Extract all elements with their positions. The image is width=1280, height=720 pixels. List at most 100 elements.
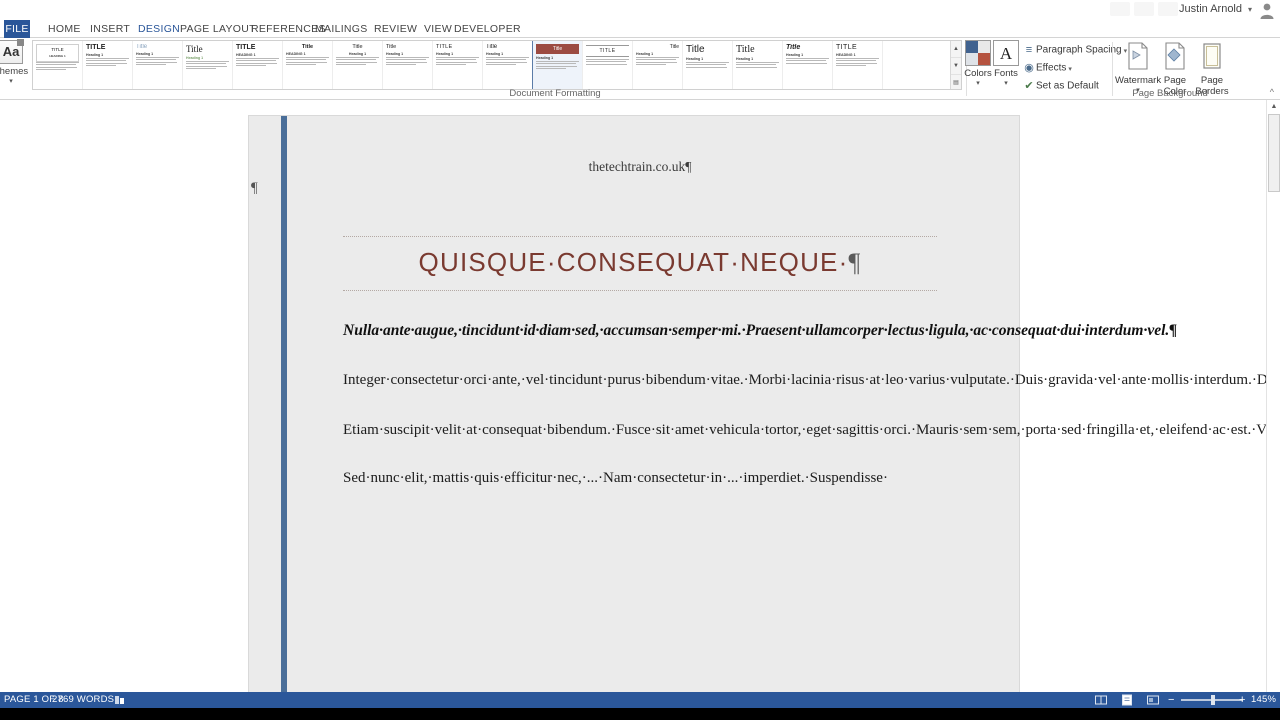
style-thumbnail[interactable]: Title Heading 1 <box>683 41 733 89</box>
thumb-lines <box>136 57 179 65</box>
thumb-lines <box>86 58 129 66</box>
watermark-icon <box>1128 42 1148 70</box>
paragraph-spacing-icon: ≡ <box>1025 44 1033 56</box>
thumb-lines <box>236 58 279 66</box>
set-as-default-button[interactable]: ✔ Set as Default <box>1022 78 1098 94</box>
style-thumbnail[interactable]: Title HEADING 1 <box>283 41 333 89</box>
scroll-up-icon[interactable]: ▲ <box>1267 100 1280 114</box>
style-thumbnail[interactable]: TITLE HEADING 1 <box>833 41 883 89</box>
style-thumbnail[interactable]: TITLE <box>583 41 633 89</box>
thumb-lines <box>336 57 379 65</box>
thumb-title: Title <box>352 44 363 50</box>
fonts-caret-icon[interactable]: ▾ <box>988 79 1024 87</box>
effects-label: Effects <box>1036 62 1067 74</box>
effects-button[interactable]: ◉ Effects ▾ <box>1022 60 1072 76</box>
thumb-lines <box>386 57 429 65</box>
thumb-title: Title <box>786 44 801 51</box>
proofing-icon[interactable] <box>114 694 126 706</box>
document-header[interactable]: thetechtrain.co.uk¶ <box>343 116 937 175</box>
ribbon-design: Aa Themes ▾ TITLE HEADING 1 TITLE Headin… <box>0 38 1280 100</box>
thumb-lines <box>436 57 479 65</box>
thumb-rule <box>586 56 629 57</box>
thumb-lines <box>486 57 529 65</box>
ribbon-tab-strip: FILE HOME INSERT DESIGN PAGE LAYOUT REFE… <box>0 20 1280 38</box>
style-thumbnail[interactable]: Title Heading 1 <box>133 41 183 89</box>
body-paragraph-1[interactable]: Integer·consectetur·orci·ante,·vel·tinci… <box>343 367 1280 394</box>
thumb-title: Title <box>736 44 755 55</box>
document-canvas[interactable]: thetechtrain.co.uk¶ ¶ QUISQUE·CONSEQUAT·… <box>0 100 1280 692</box>
vertical-scrollbar[interactable]: ▲ <box>1266 100 1280 692</box>
account-name[interactable]: Justin Arnold <box>1179 3 1242 15</box>
scrollbar-thumb[interactable] <box>1268 114 1280 192</box>
thumb-heading: HEADING 1 <box>236 53 256 57</box>
thumb-heading: Heading 1 <box>386 52 404 56</box>
style-thumbnail[interactable]: TITLE HEADING 1 <box>33 41 83 89</box>
zoom-level[interactable]: 145% <box>1251 692 1276 708</box>
effects-icon: ◉ <box>1024 62 1034 74</box>
style-thumbnail[interactable]: Title Heading 1 <box>183 41 233 89</box>
thumb-title: Title <box>186 44 203 54</box>
themes-button[interactable]: Aa Themes ▾ <box>0 39 32 85</box>
thumb-heading: HEADING 1 <box>49 54 66 58</box>
tab-developer[interactable]: DEVELOPER <box>446 20 529 38</box>
thumb-heading: Heading 1 <box>486 52 504 56</box>
zoom-out-button[interactable]: − <box>1168 692 1175 708</box>
thumb-heading: Heading 1 <box>786 53 804 57</box>
style-thumbnail[interactable]: Title Heading 1 <box>383 41 433 89</box>
thumb-title: Title <box>486 44 498 50</box>
thumb-title: Title <box>386 44 397 50</box>
thumb-title: TITLE <box>436 44 453 50</box>
zoom-in-button[interactable]: + <box>1239 692 1246 708</box>
web-layout-icon[interactable] <box>1147 694 1159 706</box>
style-thumbnail-selected[interactable]: Title Heading 1 <box>532 41 584 89</box>
title-bar: Justin Arnold ▾ <box>0 0 1280 20</box>
style-thumbnail[interactable]: Title Heading 1 <box>483 41 533 89</box>
thumb-title: TITLE <box>86 44 106 51</box>
style-thumbnail[interactable]: Title Heading 1 <box>333 41 383 89</box>
ribbon-collapse-icon[interactable]: ^ <box>1270 87 1274 97</box>
effects-caret-icon[interactable]: ▾ <box>1068 66 1072 73</box>
fonts-label: Fonts <box>994 68 1018 79</box>
thumb-heading: HEADING 1 <box>286 52 306 56</box>
read-mode-icon[interactable] <box>1095 694 1107 706</box>
thumb-heading: Heading 1 <box>536 56 554 60</box>
thumb-lines <box>536 61 579 69</box>
document-title-text: QUISQUE·CONSEQUAT·NEQUE· <box>418 247 849 277</box>
change-bar <box>281 116 287 692</box>
thumb-heading: Heading 1 <box>186 56 204 60</box>
fonts-icon: A <box>993 40 1019 66</box>
paragraph-spacing-label: Paragraph Spacing <box>1036 44 1122 56</box>
document-page[interactable]: thetechtrain.co.uk¶ ¶ QUISQUE·CONSEQUAT·… <box>248 115 1280 692</box>
thumb-lines <box>286 57 329 65</box>
document-subtitle[interactable]: Nulla·ante·augue,·tincidunt·id·diam·sed,… <box>343 317 1177 344</box>
thumb-lines <box>186 61 229 69</box>
tab-file[interactable]: FILE <box>4 20 30 38</box>
thumb-lines <box>786 58 829 64</box>
thumb-title: Title <box>301 44 314 50</box>
style-thumbnail[interactable]: TITLE HEADING 1 <box>233 41 283 89</box>
style-thumbnail[interactable]: Title Heading 1 <box>633 41 683 89</box>
themes-caret-icon[interactable]: ▾ <box>0 77 32 85</box>
style-thumbnail[interactable]: Title Heading 1 <box>783 41 833 89</box>
body-paragraph-2[interactable]: Etiam·suscipit·velit·at·consequat·bibend… <box>343 417 1280 444</box>
thumb-lines <box>636 57 679 65</box>
style-thumbnail[interactable]: TITLE Heading 1 <box>433 41 483 89</box>
body-paragraph-3[interactable]: Sed·nunc·elit,·mattis·quis·efficitur·nec… <box>343 465 937 492</box>
page-color-icon <box>1165 42 1185 70</box>
thumb-title: TITLE <box>836 44 858 51</box>
account-caret-icon[interactable]: ▾ <box>1248 5 1252 14</box>
thumb-heading: Heading 1 <box>348 52 367 56</box>
document-title[interactable]: QUISQUE·CONSEQUAT·NEQUE·¶ <box>343 236 937 291</box>
thumb-heading: Heading 1 <box>86 53 104 57</box>
style-thumbnail[interactable]: TITLE Heading 1 <box>83 41 133 89</box>
style-thumbnail[interactable]: Title Heading 1 <box>733 41 783 89</box>
thumb-heading: Heading 1 <box>736 57 754 61</box>
word-count[interactable]: 2769 WORDS <box>52 692 114 708</box>
thumb-heading: HEADING 1 <box>836 53 856 57</box>
print-layout-icon[interactable] <box>1121 694 1133 706</box>
fonts-button[interactable]: A Fonts ▾ <box>988 40 1024 87</box>
zoom-slider-handle[interactable] <box>1211 695 1215 705</box>
avatar-icon[interactable] <box>1258 1 1276 19</box>
document-formatting-gallery[interactable]: TITLE HEADING 1 TITLE Heading 1 Title He… <box>32 40 962 90</box>
thumb-lines <box>686 62 729 68</box>
